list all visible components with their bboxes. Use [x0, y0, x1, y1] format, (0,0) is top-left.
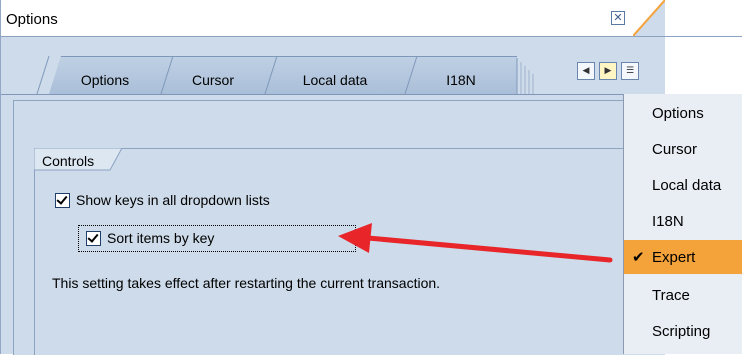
- menu-item-cursor-label: Cursor: [652, 141, 698, 158]
- menu-item-trace-label: Trace: [652, 287, 690, 304]
- menu-item-local-data-label: Local data: [652, 177, 722, 194]
- restart-note: This setting takes effect after restarti…: [52, 275, 441, 291]
- show-keys-checkbox-row[interactable]: Show keys in all dropdown lists: [55, 192, 270, 208]
- menu-item-cursor[interactable]: Cursor: [624, 132, 742, 166]
- arrow-right-icon[interactable]: ▶: [599, 62, 617, 80]
- menu-item-options-label: Options: [652, 105, 704, 122]
- menu-item-options[interactable]: Options: [624, 96, 742, 130]
- controls-group-label: Controls: [42, 153, 95, 169]
- checkmark-icon: ✔: [632, 248, 645, 266]
- tab-page-divider: [1, 94, 665, 95]
- sort-items-checkbox-row[interactable]: Sort items by key: [86, 230, 214, 246]
- tab-list-icon[interactable]: ☰: [621, 62, 639, 80]
- tab-edges: [36, 55, 534, 95]
- show-keys-checkbox[interactable]: [55, 192, 70, 208]
- sort-items-label: Sort items by key: [107, 230, 215, 246]
- menu-item-i18n-label: I18N: [652, 213, 684, 230]
- tab-list-dropdown: Options Cursor Local data I18N ✔ Expert …: [623, 94, 742, 354]
- right-edge-line: [664, 36, 742, 37]
- menu-item-local-data[interactable]: Local data: [624, 168, 742, 202]
- menu-item-expert[interactable]: ✔ Expert: [624, 240, 742, 274]
- menu-item-expert-label: Expert: [652, 249, 696, 266]
- menu-item-trace[interactable]: Trace: [624, 278, 742, 312]
- sort-items-checkbox[interactable]: [86, 230, 101, 246]
- menu-item-scripting-label: Scripting: [652, 323, 711, 340]
- arrow-left-icon[interactable]: ◀: [577, 62, 595, 80]
- menu-item-i18n[interactable]: I18N: [624, 204, 742, 238]
- menu-item-scripting[interactable]: Scripting: [624, 314, 742, 348]
- show-keys-label: Show keys in all dropdown lists: [76, 192, 270, 208]
- controls-group-header: Controls: [34, 148, 124, 172]
